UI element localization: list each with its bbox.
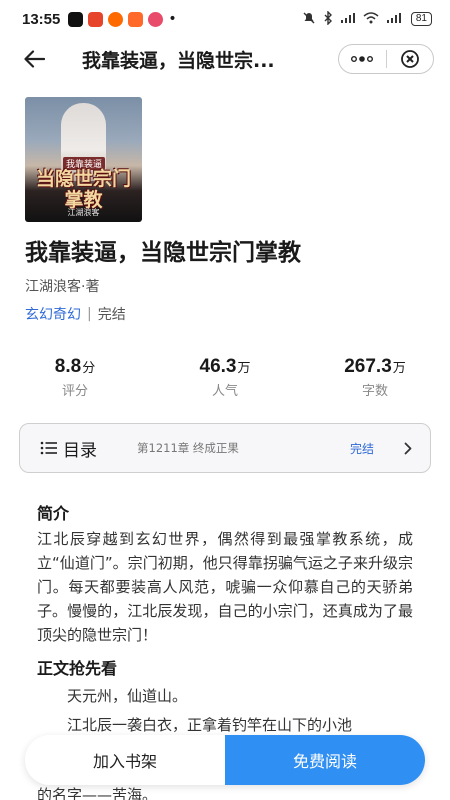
preview-heading: 正文抢先看 xyxy=(37,659,118,678)
toc-label: 目录 xyxy=(63,440,97,461)
wifi-icon xyxy=(363,11,379,27)
book-stats: 8.8分 评分 46.3万 人气 267.3万 字数 xyxy=(0,356,450,399)
toc-status: 完结 xyxy=(349,441,374,456)
preview-paragraph: 江北辰一袭白衣，正拿着钓竿在山下的小池 xyxy=(67,716,353,734)
intro-text: 江北辰穿越到玄幻世界，偶然得到最强掌教系统，成立“仙道门”。宗门初期，他只得靠拐… xyxy=(37,530,413,644)
page-title: 我靠装逼，当隐世宗... xyxy=(82,49,275,72)
candy-icon xyxy=(148,11,164,27)
stat-label: 人气 xyxy=(211,384,238,399)
table-of-contents-card[interactable]: 目录 第1211章 终成正果 完结 xyxy=(19,423,431,473)
close-circle-icon xyxy=(400,50,419,68)
book-title: 我靠装逼，当隐世宗门掌教 xyxy=(25,240,301,266)
stat-value: 8.8 xyxy=(54,356,82,377)
stat-popularity: 46.3万 人气 xyxy=(150,356,300,399)
signal-strength-icon xyxy=(340,12,356,27)
cellular-5g-icon xyxy=(386,12,404,27)
stat-unit: 万 xyxy=(392,360,406,375)
top-nav-bar: 我靠装逼，当隐世宗... xyxy=(0,38,450,80)
book-author[interactable]: 江湖浪客·著 xyxy=(25,276,99,296)
book-tags: 玄幻奇幻 | 完结 xyxy=(25,304,126,324)
more-dots-icon xyxy=(351,56,374,62)
stat-unit: 万 xyxy=(237,360,251,375)
status-tag: 完结 xyxy=(97,307,126,323)
mute-icon xyxy=(302,11,316,28)
preview-paragraph: 天元州，仙道山。 xyxy=(67,687,188,705)
stat-word-count: 267.3万 字数 xyxy=(300,356,450,399)
battery-indicator: 81 xyxy=(410,12,432,26)
taobao-icon xyxy=(108,11,124,27)
back-button[interactable] xyxy=(14,39,54,79)
latest-chapter: 第1211章 终成正果 xyxy=(137,441,239,455)
cover-author: 江湖浪客 xyxy=(67,208,100,217)
genre-tag[interactable]: 玄幻奇幻 xyxy=(25,304,81,324)
grid-app-icon xyxy=(128,11,144,27)
stat-value: 46.3 xyxy=(199,356,237,377)
status-time: 13:55 xyxy=(22,10,61,28)
stat-label: 评分 xyxy=(61,384,88,399)
preview-paragraph: 的名字——苦海。 xyxy=(37,786,158,800)
stat-rating: 8.8分 评分 xyxy=(0,356,150,399)
mini-program-capsule xyxy=(338,44,434,74)
list-icon xyxy=(40,441,58,455)
intro-heading: 简介 xyxy=(37,504,70,523)
arrow-left-icon xyxy=(24,50,45,68)
more-dot-icon: • xyxy=(168,11,177,27)
bottom-action-bar: 加入书架 免费阅读 xyxy=(25,735,425,785)
book-cover[interactable]: 我靠装逼 当隐世宗门掌教 江湖浪客 xyxy=(25,97,142,222)
tag-separator: | xyxy=(87,306,92,322)
game-controller-icon xyxy=(88,11,104,27)
cover-title-art: 当隐世宗门掌教 xyxy=(35,168,131,211)
more-options-button[interactable] xyxy=(339,45,386,73)
read-free-button[interactable]: 免费阅读 xyxy=(225,735,425,785)
status-bar: 13:55 • 81 xyxy=(0,0,450,38)
close-program-button[interactable] xyxy=(387,45,434,73)
chevron-right-icon xyxy=(404,442,412,455)
stat-label: 字数 xyxy=(361,384,388,399)
stat-unit: 分 xyxy=(82,360,96,375)
tiktok-icon xyxy=(68,11,84,27)
status-app-icons: • xyxy=(68,11,177,27)
add-to-shelf-button[interactable]: 加入书架 xyxy=(25,735,225,785)
bluetooth-icon xyxy=(323,9,333,28)
stat-value: 267.3 xyxy=(344,356,392,377)
